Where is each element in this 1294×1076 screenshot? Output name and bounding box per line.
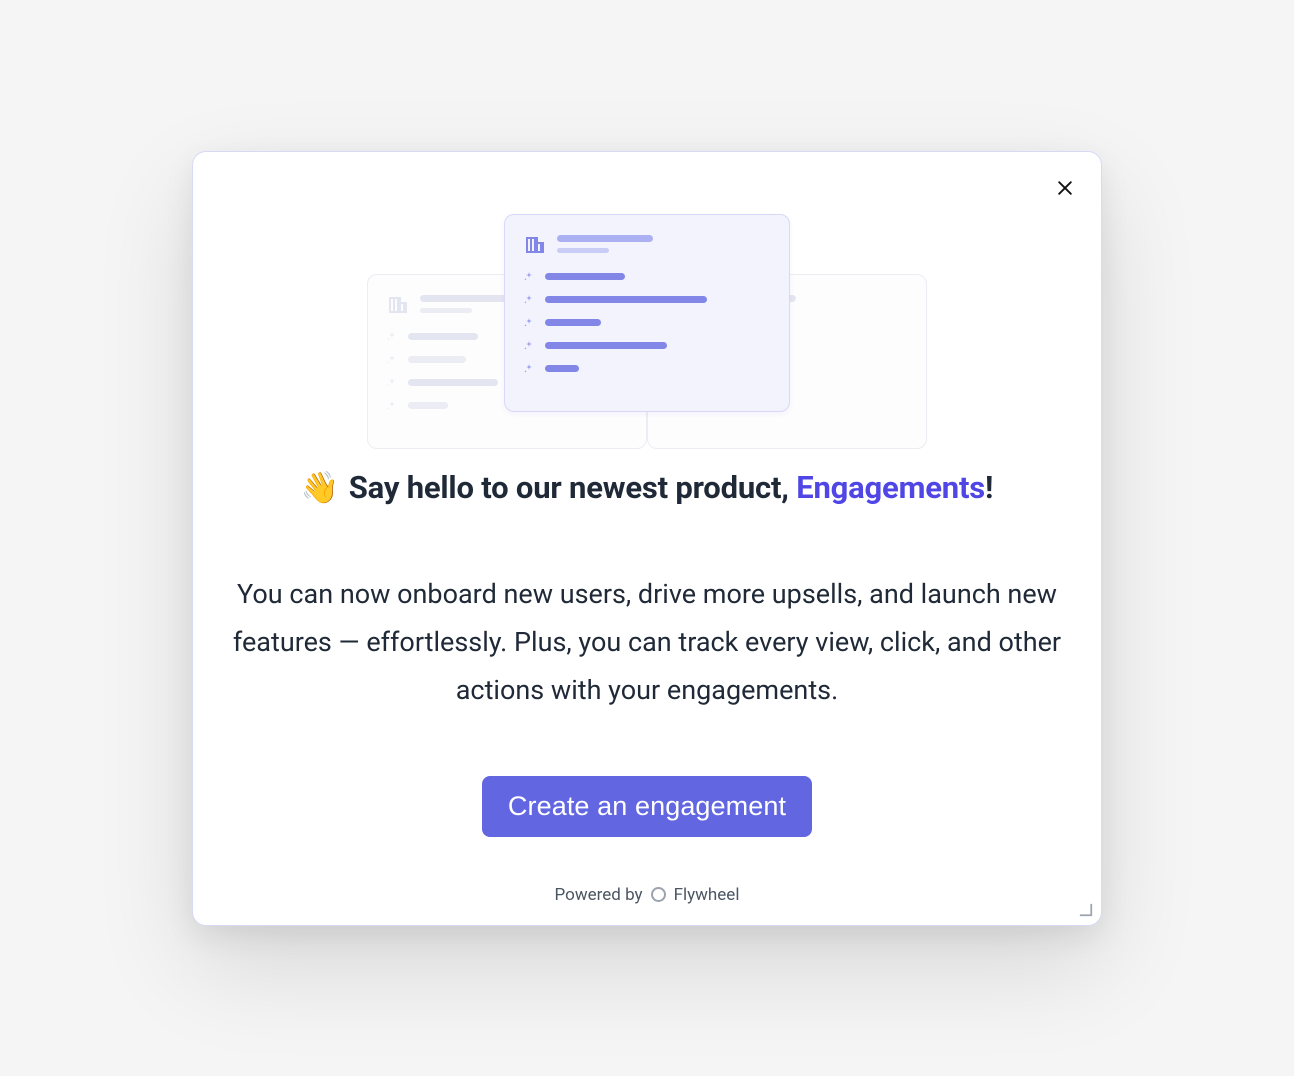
sparkle-icon [386,377,398,389]
heading-highlight: Engagements [796,469,985,506]
close-button[interactable] [1051,174,1079,202]
announcement-modal: 👋 Say hello to our newest product, Engag… [192,151,1102,926]
sparkle-icon [386,354,398,366]
modal-heading: 👋 Say hello to our newest product, Engag… [301,469,993,506]
powered-by-label: Powered by [555,885,643,905]
resize-handle-icon[interactable] [1079,903,1093,917]
create-engagement-button[interactable]: Create an engagement [482,776,812,837]
sparkle-icon [523,340,535,352]
illustration [367,214,927,449]
footer-brand: Flywheel [674,885,740,905]
flywheel-logo-icon [651,887,666,902]
sparkle-icon [523,363,535,375]
modal-footer: Powered by Flywheel [193,885,1101,905]
illustration-card-front [504,214,790,412]
sparkle-icon [523,317,535,329]
sparkle-icon [523,271,535,283]
heading-prefix: Say hello to our newest product, [349,469,796,506]
wave-emoji: 👋 [301,469,339,506]
sparkle-icon [386,331,398,343]
close-icon [1055,178,1075,198]
building-icon [386,293,410,317]
modal-body-text: You can now onboard new users, drive mor… [226,570,1069,714]
building-icon [523,233,547,257]
sparkle-icon [523,294,535,306]
sparkle-icon [386,400,398,412]
heading-suffix: ! [985,469,993,506]
